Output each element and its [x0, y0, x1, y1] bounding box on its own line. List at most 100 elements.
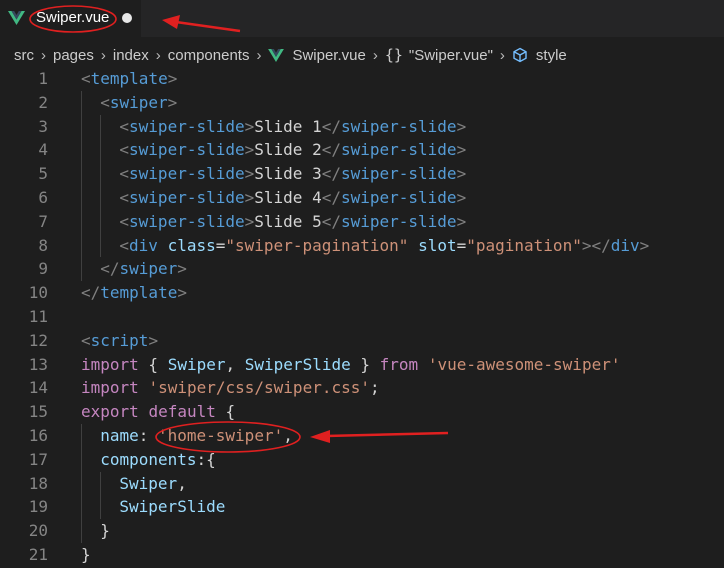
code-token: div — [129, 235, 158, 255]
code-text: Swiper, — [119, 472, 186, 496]
code-token: import — [81, 354, 139, 374]
code-token: < — [81, 69, 91, 88]
code-line[interactable]: 7 <swiper-slide>Slide 5</swiper-slide> — [0, 209, 724, 234]
code-token: > — [167, 69, 178, 88]
code-token: > — [456, 188, 467, 207]
code-line[interactable]: 8 <div class="swiper-pagination" slot="pa… — [0, 233, 724, 258]
code-token: } — [81, 545, 91, 564]
breadcrumb-item-component[interactable]: "Swiper.vue" — [409, 47, 493, 64]
code-token: "pagination" — [466, 235, 582, 255]
chevron-right-icon: › — [499, 46, 505, 64]
code-text: <div class="swiper-pagination" slot="pag… — [119, 234, 649, 258]
code-token: < — [119, 116, 130, 136]
code-line[interactable]: 13 import { Swiper, SwiperSlide } from 'v… — [0, 353, 724, 377]
tab-swiper-vue[interactable]: Swiper.vue — [0, 0, 141, 37]
breadcrumb-item-index[interactable]: index — [113, 47, 149, 64]
code-line[interactable]: 1 <template> — [0, 67, 724, 91]
code-line[interactable]: 5 <swiper-slide>Slide 3</swiper-slide> — [0, 162, 724, 186]
code-token: </ — [321, 211, 341, 231]
code-token: swiper-slide — [129, 188, 245, 207]
code-line[interactable]: 19 SwiperSlide — [0, 495, 724, 520]
code-token: Slide 5 — [254, 211, 322, 231]
code-token: 'vue-awesome-swiper' — [427, 354, 621, 374]
code-line[interactable]: 11 — [0, 305, 724, 329]
code-token: Swiper — [167, 354, 226, 374]
line-number: 6 — [38, 188, 48, 207]
line-number: 1 — [38, 69, 48, 88]
code-line[interactable]: 15 export default { — [0, 400, 724, 424]
indent-guide — [100, 138, 102, 163]
code-line[interactable]: 2 <swiper> — [0, 90, 724, 115]
code-line[interactable]: 21} — [0, 543, 724, 567]
indent-guide — [81, 114, 82, 139]
chevron-right-icon: › — [155, 46, 161, 64]
line-number: 18 — [28, 473, 48, 493]
indent-guide — [81, 424, 82, 448]
code-token: > — [456, 164, 467, 184]
breadcrumb-item-section[interactable]: style — [536, 47, 567, 64]
code-token: from — [379, 354, 419, 374]
code-token: </ — [321, 140, 341, 160]
line-number: 2 — [38, 92, 48, 112]
code-line[interactable]: 20} — [0, 519, 724, 543]
line-number: 8 — [38, 235, 48, 255]
tab-bar: Swiper.vue — [0, 0, 724, 37]
code-line[interactable]: 6 <swiper-slide>Slide 4</swiper-slide> — [0, 186, 724, 210]
breadcrumb-item-src[interactable]: src — [14, 47, 34, 64]
code-token: 'swiper/css/swiper.css' — [148, 378, 370, 398]
code-token: Slide 3 — [254, 164, 322, 184]
code-line[interactable]: 3 <swiper-slide>Slide 1</swiper-slide> — [0, 114, 724, 139]
line-number: 10 — [28, 283, 48, 303]
code-line[interactable]: 4 <swiper-slide>Slide 2</swiper-slide> — [0, 138, 724, 163]
code-token: < — [119, 188, 130, 207]
unsaved-changes-dot-icon[interactable] — [122, 13, 132, 23]
code-text: <script> — [81, 329, 158, 353]
code-token: swiper-slide — [129, 140, 245, 160]
code-line[interactable]: 12 <script> — [0, 329, 724, 353]
code-token: < — [119, 140, 130, 160]
code-line[interactable]: 14 import 'swiper/css/swiper.css'; — [0, 376, 724, 400]
line-number: 3 — [38, 116, 48, 136]
code-line[interactable]: 17 components:{ — [0, 447, 724, 472]
indent-guide — [100, 114, 102, 139]
code-token: slot — [418, 235, 457, 255]
breadcrumb-item-pages[interactable]: pages — [53, 47, 94, 64]
code-token: ; — [370, 378, 380, 398]
code-token: swiper-slide — [129, 116, 245, 136]
line-number: 12 — [28, 330, 48, 350]
code-token: > — [244, 164, 255, 184]
braces-icon: {} — [384, 46, 403, 64]
code-token: default — [148, 402, 216, 422]
code-token: swiper — [109, 92, 168, 112]
code-token: > — [244, 140, 255, 160]
code-line[interactable]: 18 Swiper, — [0, 471, 724, 496]
indent-guide — [81, 471, 82, 496]
code-token: , — [177, 473, 187, 493]
code-token: swiper-slide — [340, 140, 457, 160]
code-token: , — [225, 354, 245, 374]
code-token: swiper — [119, 259, 178, 279]
code-token: </ — [321, 188, 341, 207]
chevron-right-icon: › — [256, 46, 262, 64]
chevron-right-icon: › — [372, 46, 378, 64]
indent-guide — [81, 257, 82, 282]
line-number: 16 — [28, 426, 48, 445]
code-line[interactable]: 16 name: 'home-swiper', — [0, 424, 724, 448]
code-line[interactable]: 10 </template> — [0, 281, 724, 305]
breadcrumb-item-components[interactable]: components — [168, 47, 250, 64]
vue-file-icon — [8, 11, 25, 25]
code-text: import 'swiper/css/swiper.css'; — [81, 376, 380, 400]
breadcrumb-item-file[interactable]: Swiper.vue — [292, 47, 365, 64]
code-token: { — [215, 402, 236, 422]
code-token: div — [610, 235, 640, 255]
code-token: > — [456, 211, 467, 231]
code-token: template — [90, 69, 168, 88]
chevron-right-icon: › — [100, 46, 106, 64]
line-number: 17 — [28, 449, 48, 469]
code-token: name — [100, 426, 139, 445]
code-token: Swiper — [119, 473, 178, 493]
code-token: export — [81, 402, 139, 422]
line-number: 11 — [28, 307, 48, 326]
code-line[interactable]: 9 </swiper> — [0, 257, 724, 282]
